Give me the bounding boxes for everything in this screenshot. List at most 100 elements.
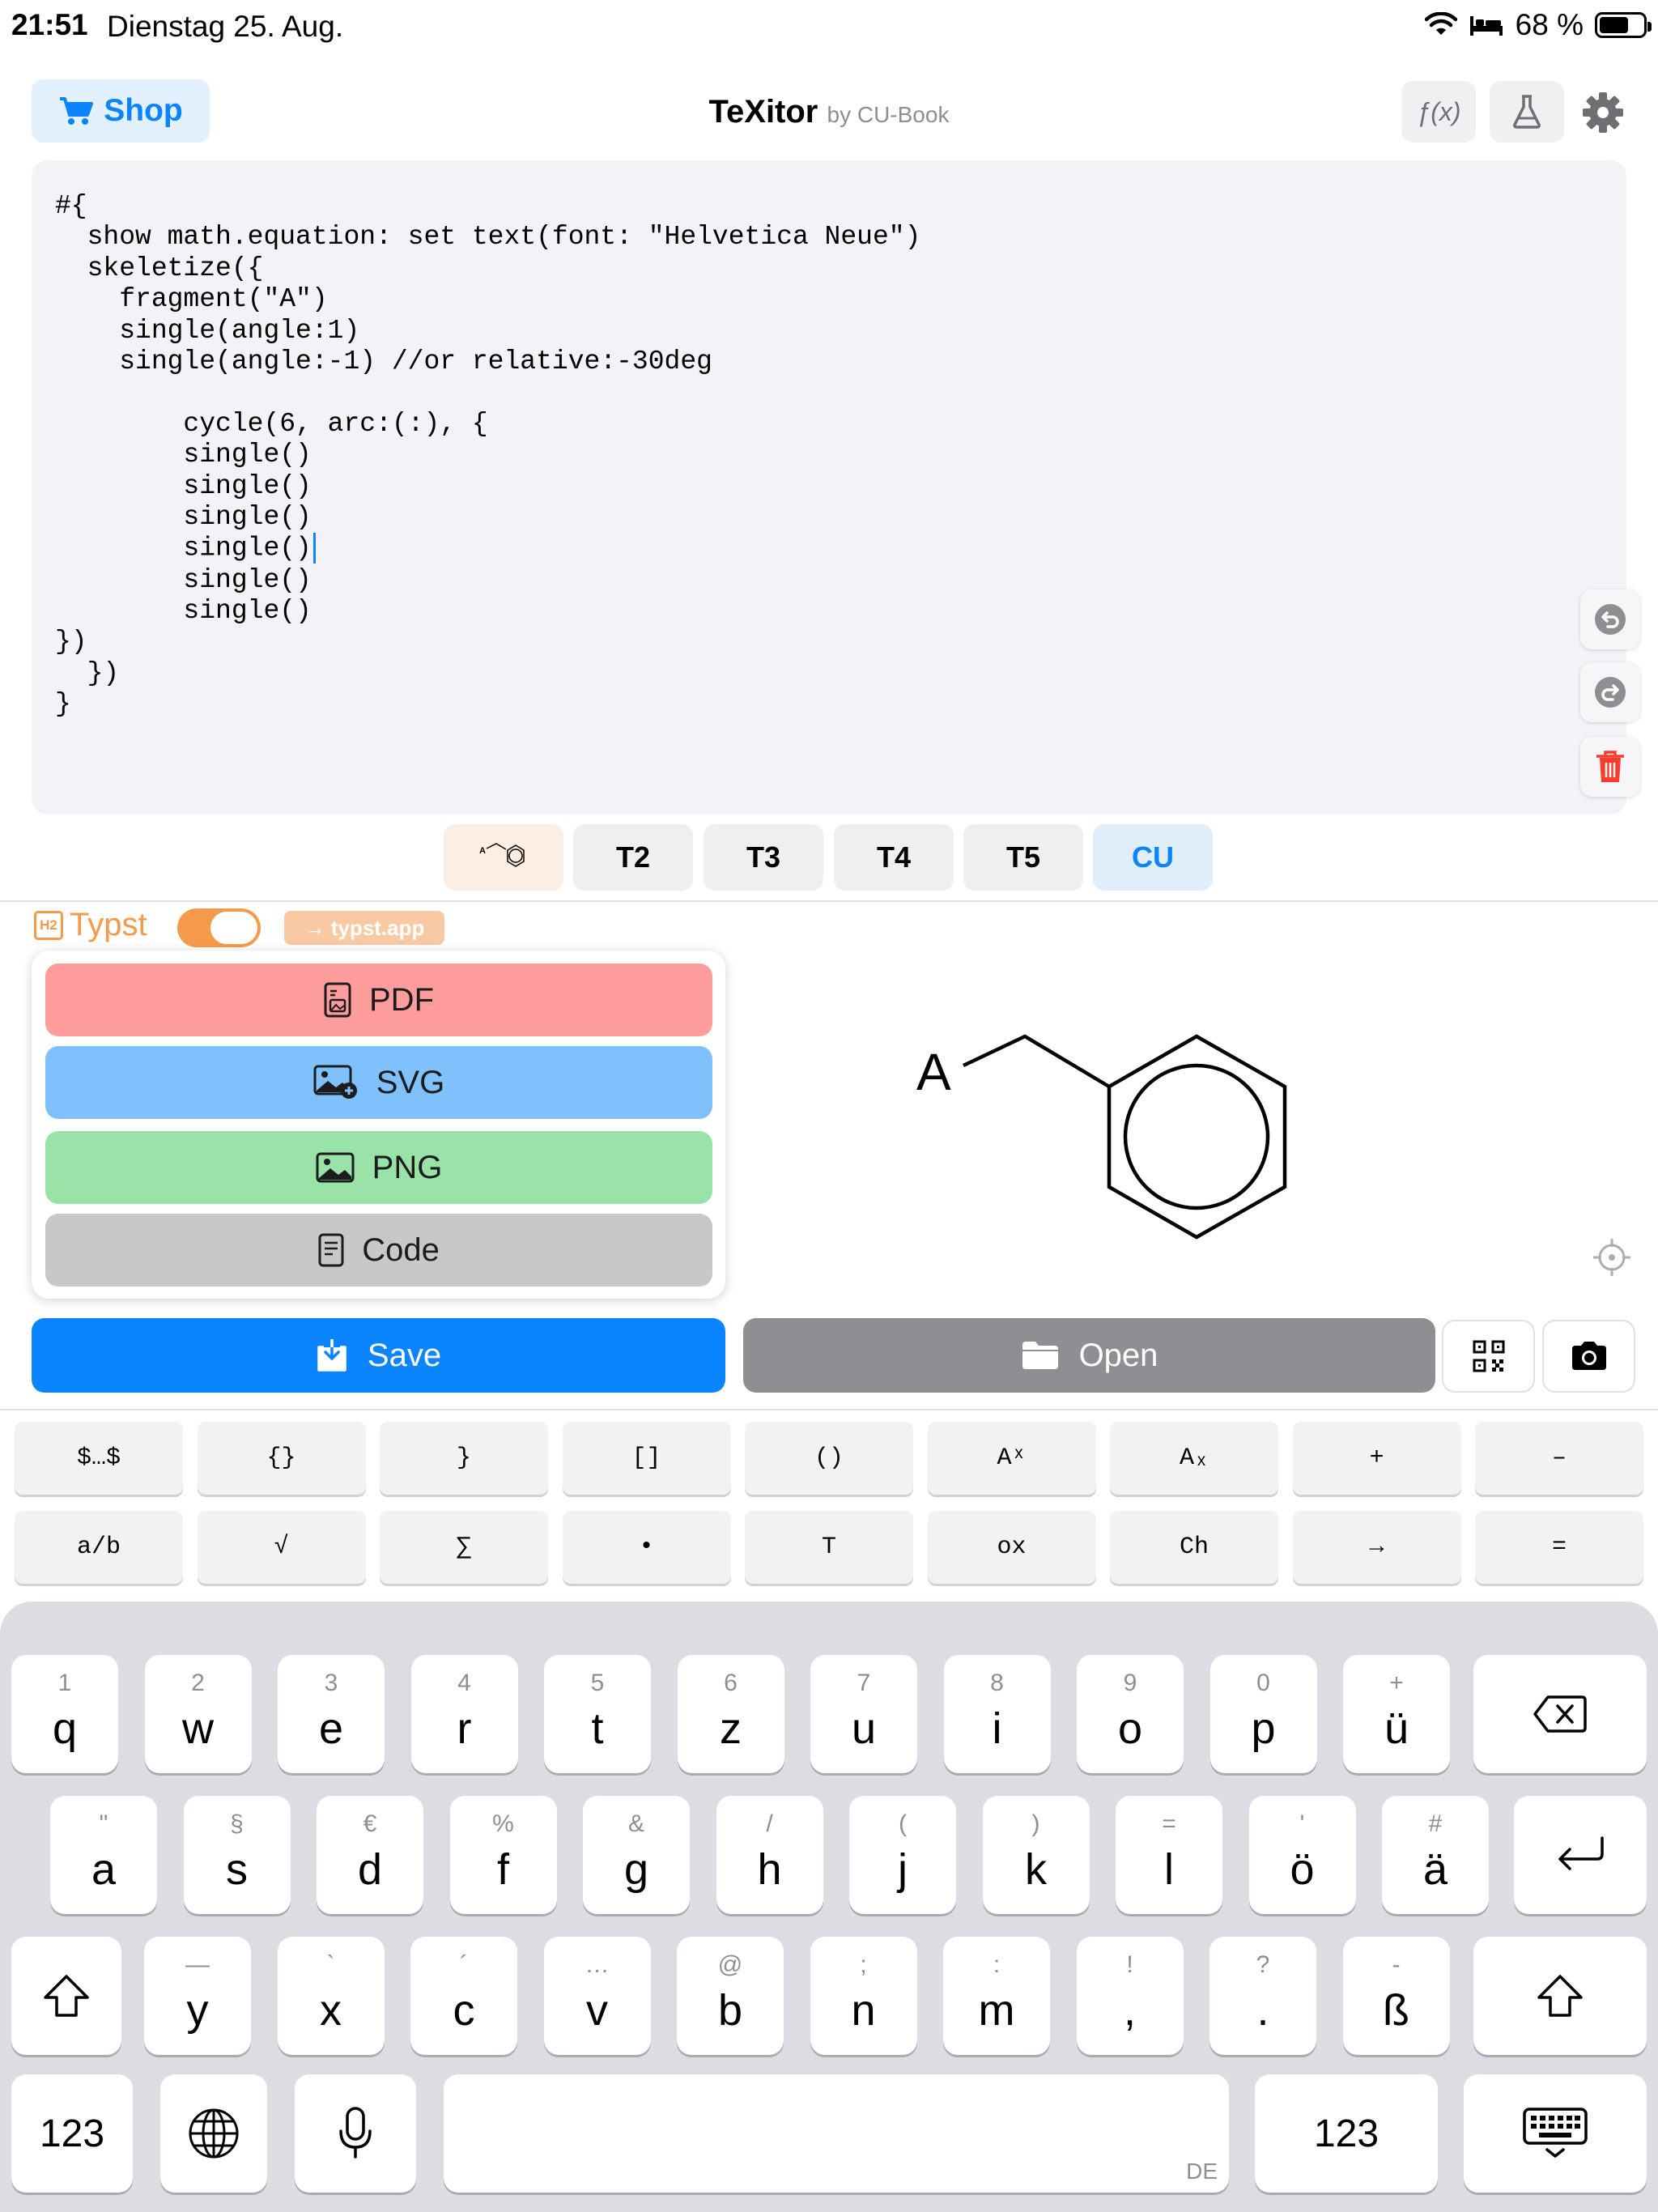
function-button[interactable]: ƒ(x): [1401, 81, 1476, 143]
tab-cu[interactable]: CU: [1093, 824, 1213, 891]
key-label: b: [717, 1986, 743, 2035]
key-.[interactable]: ?.: [1209, 1937, 1316, 2055]
typst-app-link[interactable]: → typst.app: [284, 911, 444, 945]
symbol-key[interactable]: Aₓ: [1110, 1422, 1278, 1495]
symbol-key[interactable]: =: [1475, 1511, 1643, 1584]
camera-button[interactable]: [1542, 1320, 1635, 1393]
globe-key[interactable]: [160, 2074, 267, 2193]
key-u[interactable]: 7u: [810, 1655, 917, 1773]
shift-right-key[interactable]: [1473, 1937, 1647, 2055]
key-label: o: [1117, 1704, 1143, 1753]
export-svg-label: SVG: [376, 1064, 445, 1100]
key-v[interactable]: … v: [543, 1937, 651, 2055]
symbol-key[interactable]: a/b: [15, 1511, 183, 1584]
symbol-key[interactable]: []: [562, 1422, 731, 1495]
tab-t3[interactable]: T3: [704, 824, 823, 891]
export-svg-button[interactable]: SVG: [45, 1046, 712, 1119]
h2-icon: H2: [34, 910, 63, 940]
code-document-icon: [318, 1233, 344, 1267]
shift-icon: [44, 1975, 89, 2017]
key-hint: ;: [860, 1951, 867, 1978]
bed-icon: [1469, 16, 1503, 36]
redo-button[interactable]: [1580, 662, 1640, 722]
numbers-key-right[interactable]: 123: [1255, 2074, 1438, 2193]
key-ß[interactable]: -ß: [1342, 1937, 1450, 2055]
code-text[interactable]: #{ show math.equation: set text(font: "H…: [55, 191, 920, 721]
flask-button[interactable]: [1490, 81, 1564, 143]
numbers-key-left[interactable]: 123: [11, 2074, 133, 2193]
key-label: k: [1025, 1845, 1047, 1894]
hide-keyboard-key[interactable]: [1464, 2074, 1647, 2193]
status-indicators: 68 %: [1424, 8, 1652, 42]
key-f[interactable]: % f: [449, 1796, 557, 1914]
backspace-key[interactable]: [1473, 1655, 1647, 1773]
key-c[interactable]: ´ c: [410, 1937, 517, 2055]
key-g[interactable]: & g: [583, 1796, 690, 1914]
settings-button[interactable]: [1580, 90, 1626, 135]
key-k[interactable]: ) k: [982, 1796, 1090, 1914]
key-z[interactable]: 6z: [677, 1655, 784, 1773]
tab-t4[interactable]: T4: [834, 824, 954, 891]
key-n[interactable]: ; n: [810, 1937, 917, 2055]
symbol-key[interactable]: •: [562, 1511, 731, 1584]
typst-toggle[interactable]: [177, 908, 261, 947]
status-time: 21:51: [11, 8, 88, 41]
space-bar[interactable]: DE: [444, 2074, 1229, 2193]
symbol-key[interactable]: T: [745, 1511, 913, 1584]
export-code-button[interactable]: Code: [45, 1214, 712, 1287]
code-before-caret: #{ show math.equation: set text(font: "H…: [55, 191, 921, 564]
shift-left-key[interactable]: [11, 1937, 121, 2055]
undo-button[interactable]: [1580, 589, 1640, 649]
key-hint: -: [1392, 1951, 1401, 1978]
key-p[interactable]: 0p: [1209, 1655, 1317, 1773]
symbol-key[interactable]: √: [197, 1511, 366, 1584]
key-h[interactable]: / h: [716, 1796, 823, 1914]
key-s[interactable]: § s: [183, 1796, 291, 1914]
key-w[interactable]: 2w: [144, 1655, 252, 1773]
return-key[interactable]: [1514, 1796, 1647, 1914]
tab-t5[interactable]: T5: [963, 824, 1083, 891]
tab-t1[interactable]: A: [444, 824, 563, 891]
key-ü[interactable]: + ü: [1343, 1655, 1450, 1773]
key-ö[interactable]: ' ö: [1248, 1796, 1356, 1914]
symbol-key[interactable]: $…$: [15, 1422, 183, 1495]
key-d[interactable]: € d: [317, 1796, 423, 1914]
dictation-key[interactable]: [295, 2074, 416, 2193]
recenter-button[interactable]: [1592, 1237, 1632, 1278]
key-y[interactable]: — y: [144, 1937, 251, 2055]
key-e[interactable]: 3e: [278, 1655, 385, 1773]
molecule-thumbnail-icon: A: [479, 843, 525, 867]
delete-button[interactable]: [1580, 737, 1640, 797]
key-i[interactable]: 8i: [943, 1655, 1051, 1773]
symbol-key[interactable]: ox: [927, 1511, 1096, 1584]
key-l[interactable]: = l: [1116, 1796, 1222, 1914]
export-png-button[interactable]: PNG: [45, 1131, 712, 1204]
symbol-key[interactable]: →: [1292, 1511, 1461, 1584]
key-t[interactable]: 5t: [544, 1655, 651, 1773]
key-b[interactable]: @ b: [677, 1937, 784, 2055]
symbol-key[interactable]: }: [380, 1422, 548, 1495]
symbol-key[interactable]: (): [745, 1422, 913, 1495]
qr-code-button[interactable]: [1442, 1320, 1535, 1393]
save-button[interactable]: Save: [32, 1318, 725, 1393]
open-button[interactable]: Open: [743, 1318, 1435, 1393]
key-o[interactable]: 9o: [1077, 1655, 1184, 1773]
key-hint: 7: [857, 1670, 871, 1696]
symbol-key[interactable]: Aˣ: [927, 1422, 1096, 1495]
key-m[interactable]: :m: [943, 1937, 1050, 2055]
key-q[interactable]: 1q: [11, 1655, 118, 1773]
key-j[interactable]: (j: [849, 1796, 956, 1914]
symbol-key[interactable]: +: [1292, 1422, 1461, 1495]
symbol-key[interactable]: ∑: [380, 1511, 548, 1584]
symbol-key[interactable]: {}: [197, 1422, 366, 1495]
export-pdf-button[interactable]: PDF: [45, 963, 712, 1036]
key-a[interactable]: " a: [50, 1796, 157, 1914]
key-r[interactable]: 4r: [410, 1655, 518, 1773]
key-ä[interactable]: # ä: [1382, 1796, 1489, 1914]
key-,[interactable]: !,: [1076, 1937, 1184, 2055]
key-x[interactable]: ` x: [277, 1937, 385, 2055]
symbol-key[interactable]: –: [1475, 1422, 1643, 1495]
tab-t2[interactable]: T2: [573, 824, 693, 891]
symbol-key[interactable]: Ch: [1110, 1511, 1278, 1584]
key-hint: 6: [724, 1670, 738, 1696]
